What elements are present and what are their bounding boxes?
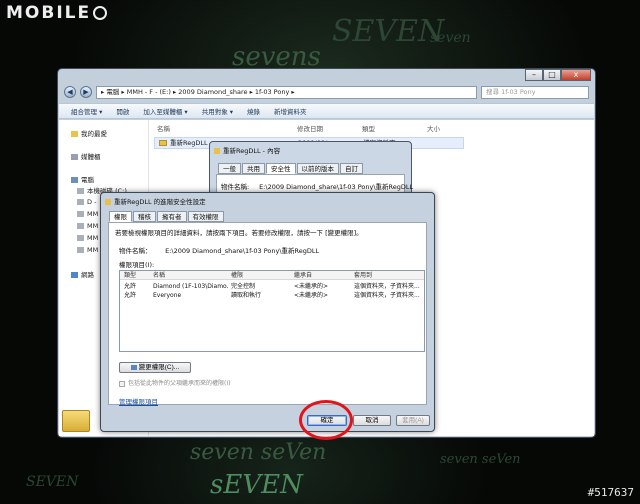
- advanced-dialog-title: 重新RegDLL 的進階安全性設定: [105, 196, 206, 206]
- drive-icon: [77, 199, 84, 205]
- permission-entries-label: 權限項目(I):: [119, 261, 155, 269]
- star-icon: [71, 131, 78, 137]
- tab-sharing[interactable]: 共用: [242, 163, 265, 174]
- shield-icon: [130, 364, 137, 370]
- nav-item-libraries[interactable]: 媒體櫃: [71, 151, 101, 161]
- table-row[interactable]: 允許 Everyone 讀取和執行 <未繼承的> 這個資料夾，子資料夾...: [120, 291, 424, 300]
- nav-item-computer[interactable]: 電腦: [71, 174, 94, 184]
- column-header-name[interactable]: 名稱: [157, 123, 170, 133]
- folder-icon: [105, 199, 111, 205]
- advanced-security-dialog: 重新RegDLL 的進階安全性設定 權限 稽核 擁有者 有效權限 若要檢視權限項…: [100, 192, 435, 432]
- column-header-type[interactable]: 類型: [362, 123, 375, 133]
- close-button[interactable]: x: [561, 69, 591, 81]
- column-header-name[interactable]: 名稱: [153, 271, 229, 280]
- column-header-inherited-from[interactable]: 繼承自: [294, 271, 354, 280]
- tab-auditing[interactable]: 稽核: [133, 211, 156, 222]
- background-word: seven: [430, 30, 471, 46]
- burn-button[interactable]: 燒錄: [247, 106, 260, 116]
- inherit-permissions-checkbox[interactable]: [119, 380, 125, 387]
- site-logo: MOBILE: [6, 3, 108, 23]
- logo-mark-icon: [93, 6, 108, 20]
- file-name: 重新RegDLL: [170, 139, 208, 147]
- folder-icon: [214, 148, 220, 154]
- back-arrow-icon[interactable]: ◀: [64, 86, 76, 98]
- folder-icon: [159, 140, 167, 146]
- background-word: seven seVen: [190, 440, 327, 465]
- logo-text: MOBILE: [6, 3, 92, 23]
- advanced-tabs: 權限 稽核 擁有者 有效權限: [109, 211, 225, 222]
- new-folder-button[interactable]: 新增資料夾: [274, 106, 307, 116]
- drive-icon: [77, 211, 84, 217]
- drive-icon: [77, 247, 84, 253]
- background-word: sEVEN: [210, 470, 303, 500]
- forward-arrow-icon[interactable]: ▶: [80, 86, 92, 98]
- inherit-permissions-label: 包括從此物件的父項繼承而來的權限(I): [128, 380, 231, 387]
- folder-preview-icon: [62, 410, 90, 432]
- nav-item-network[interactable]: 網路: [71, 269, 94, 279]
- tab-previous-versions[interactable]: 以前的版本: [296, 163, 339, 174]
- properties-tabs: 一般 共用 安全性 以前的版本 自訂: [218, 163, 364, 174]
- table-header: 類型 名稱 權限 繼承自 套用到: [120, 271, 424, 280]
- permissions-info-text: 若要檢視權限項目的詳細資料，請按兩下項目。若要修改權限，請按一下 [變更權限]。: [115, 229, 363, 237]
- column-header-permission[interactable]: 權限: [231, 271, 291, 280]
- open-button[interactable]: 開啟: [116, 106, 129, 116]
- column-header-apply-to[interactable]: 套用到: [354, 271, 424, 280]
- nav-item-drive[interactable]: MM: [77, 246, 98, 254]
- tab-general[interactable]: 一般: [218, 163, 241, 174]
- object-name-value: E:\2009 Diamond_share\1f-03 Pony\重新RegDL…: [165, 247, 320, 255]
- table-row[interactable]: 允許 Diamond (1F-103\Diamo... 完全控制 <未繼承的> …: [120, 282, 424, 291]
- minimize-button[interactable]: –: [525, 69, 543, 81]
- drive-icon: [77, 235, 84, 241]
- tab-customize[interactable]: 自訂: [340, 163, 363, 174]
- highlight-circle: [299, 400, 353, 440]
- manage-permission-entries-link[interactable]: 管理權限項目: [119, 396, 158, 406]
- inherit-permissions-row: 包括從此物件的父項繼承而來的權限(I): [119, 378, 230, 387]
- object-name-row: 物件名稱: E:\2009 Diamond_share\1f-03 Pony\重…: [221, 181, 413, 191]
- properties-dialog-title: 重新RegDLL - 內容: [214, 145, 280, 155]
- object-name-value: E:\2009 Diamond_share\1f-03 Pony\重新RegDL…: [259, 183, 414, 191]
- address-bar[interactable]: ▸ 電腦 ▸ MMH - F - (E:) ▸ 2009 Diamond_sha…: [96, 85, 477, 99]
- address-row: ◀ ▶ ▸ 電腦 ▸ MMH - F - (E:) ▸ 2009 Diamond…: [64, 85, 589, 99]
- object-name-label: 物件名稱:: [221, 183, 250, 191]
- tab-effective-permissions[interactable]: 有效權限: [187, 211, 224, 222]
- drive-icon: [77, 223, 84, 229]
- nav-item-drive[interactable]: MM: [77, 210, 98, 218]
- column-header-type[interactable]: 類型: [124, 271, 154, 280]
- nav-item-drive[interactable]: MM: [77, 234, 98, 242]
- cancel-button[interactable]: 取消: [353, 415, 391, 426]
- change-permissions-button[interactable]: 變更權限(C)...: [119, 362, 191, 373]
- column-header-date[interactable]: 修改日期: [297, 123, 323, 133]
- background-word: SEVEN: [26, 474, 79, 490]
- object-name-row: 物件名稱： E:\2009 Diamond_share\1f-03 Pony\重…: [119, 245, 319, 255]
- background-word: SEVEN: [332, 14, 445, 49]
- watermark: #517637: [587, 486, 634, 499]
- nav-item-drive-d[interactable]: D -: [77, 198, 96, 206]
- permissions-panel: 若要檢視權限項目的詳細資料，請按兩下項目。若要修改權限，請按一下 [變更權限]。…: [108, 222, 427, 406]
- column-header-size[interactable]: 大小: [427, 123, 440, 133]
- object-name-label: 物件名稱：: [119, 247, 152, 255]
- share-with-button[interactable]: 共用對象 ▾: [202, 106, 233, 116]
- background-word: seven seVen: [440, 452, 521, 467]
- include-in-library-button[interactable]: 加入至媒體櫃 ▾: [143, 106, 187, 116]
- network-icon: [71, 272, 78, 278]
- permission-entries-table[interactable]: 類型 名稱 權限 繼承自 套用到 允許 Diamond (1F-103\Diam…: [119, 270, 425, 352]
- nav-item-favorites[interactable]: 我的最愛: [71, 128, 107, 138]
- apply-button[interactable]: 套用(A): [396, 415, 430, 426]
- tab-security[interactable]: 安全性: [266, 163, 296, 174]
- computer-icon: [71, 177, 78, 183]
- tab-owner[interactable]: 擁有者: [157, 211, 187, 222]
- maximize-button[interactable]: □: [543, 69, 561, 81]
- search-input[interactable]: 搜尋 1f-03 Pony: [481, 85, 589, 99]
- command-toolbar: 組合管理 ▾ 開啟 加入至媒體櫃 ▾ 共用對象 ▾ 燒錄 新增資料夾: [59, 103, 594, 119]
- drive-icon: [77, 188, 84, 194]
- nav-item-drive[interactable]: MM: [77, 222, 98, 230]
- library-icon: [71, 154, 78, 160]
- window-controls: – □ x: [525, 69, 591, 81]
- tab-permissions[interactable]: 權限: [109, 211, 132, 222]
- organize-button[interactable]: 組合管理 ▾: [71, 106, 102, 116]
